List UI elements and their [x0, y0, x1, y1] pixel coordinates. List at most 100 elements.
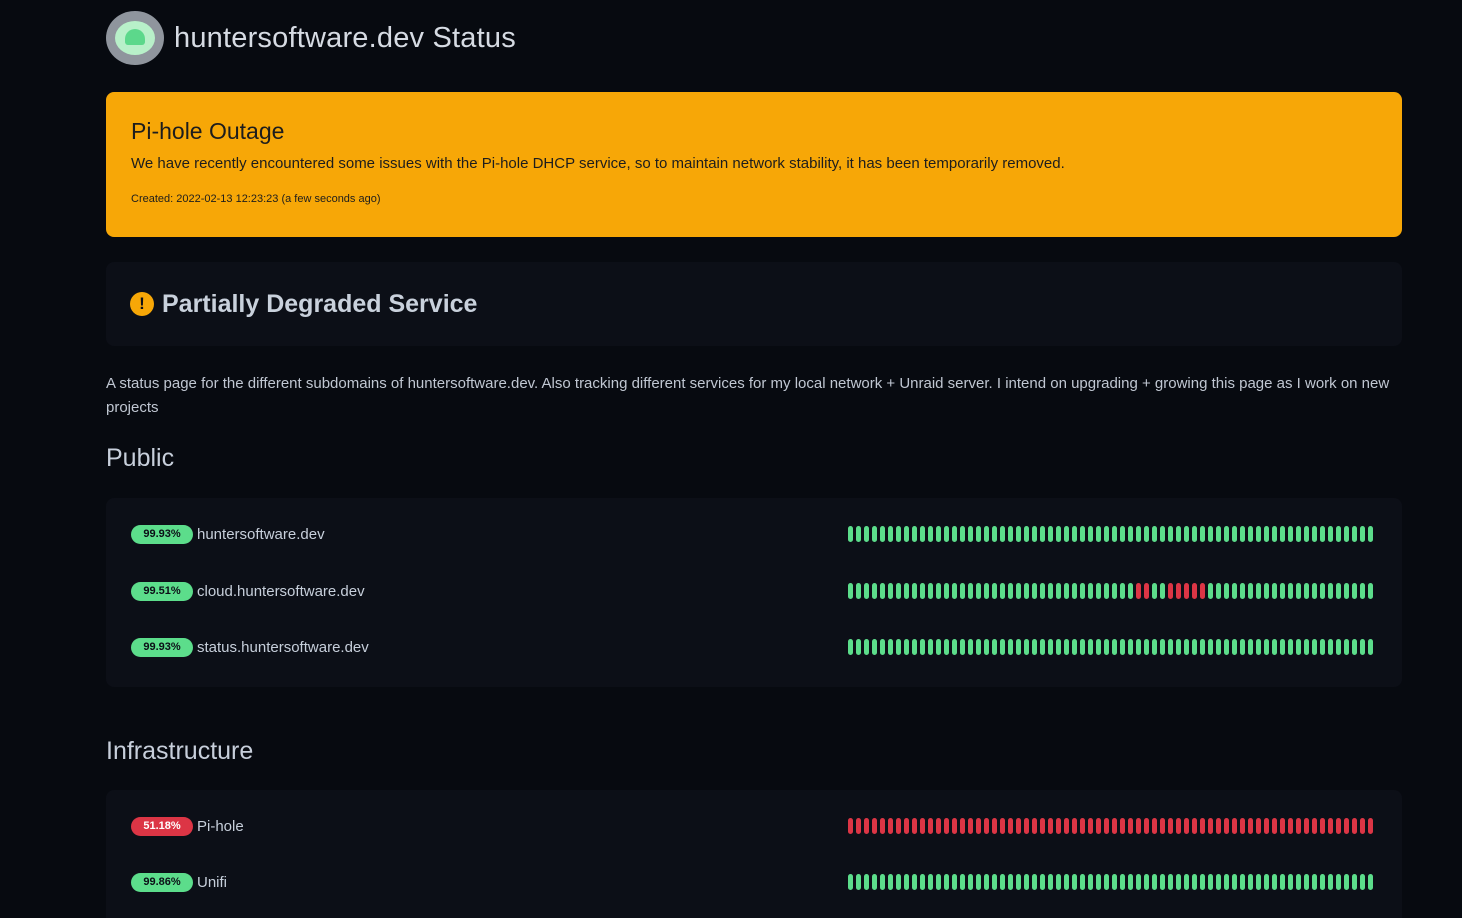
heartbeat-down[interactable]: [912, 818, 917, 834]
heartbeat-down[interactable]: [1088, 818, 1093, 834]
heartbeat-up[interactable]: [1224, 639, 1229, 655]
heartbeat-up[interactable]: [1096, 583, 1101, 599]
heartbeat-up[interactable]: [872, 874, 877, 890]
heartbeat-down[interactable]: [1128, 818, 1133, 834]
heartbeat-up[interactable]: [1272, 874, 1277, 890]
heartbeat-up[interactable]: [1352, 526, 1357, 542]
heartbeat-up[interactable]: [904, 639, 909, 655]
heartbeat-up[interactable]: [1328, 874, 1333, 890]
heartbeat-up[interactable]: [904, 583, 909, 599]
heartbeat-up[interactable]: [1256, 639, 1261, 655]
heartbeat-down[interactable]: [896, 818, 901, 834]
page-title[interactable]: huntersoftware.dev Status: [174, 22, 516, 55]
heartbeat-up[interactable]: [1128, 526, 1133, 542]
heartbeat-up[interactable]: [920, 874, 925, 890]
heartbeat-up[interactable]: [984, 526, 989, 542]
heartbeat-up[interactable]: [1080, 526, 1085, 542]
heartbeat-down[interactable]: [1312, 818, 1317, 834]
heartbeat-up[interactable]: [880, 583, 885, 599]
heartbeat-down[interactable]: [1216, 818, 1221, 834]
heartbeat-down[interactable]: [1184, 583, 1189, 599]
heartbeat-up[interactable]: [1368, 639, 1373, 655]
heartbeat-up[interactable]: [1024, 583, 1029, 599]
heartbeat-up[interactable]: [984, 583, 989, 599]
heartbeat-down[interactable]: [1016, 818, 1021, 834]
heartbeat-up[interactable]: [864, 874, 869, 890]
heartbeat-up[interactable]: [1144, 639, 1149, 655]
heartbeat-up[interactable]: [1024, 874, 1029, 890]
heartbeat-up[interactable]: [960, 526, 965, 542]
heartbeat-down[interactable]: [1176, 583, 1181, 599]
heartbeat-up[interactable]: [1056, 639, 1061, 655]
heartbeat-up[interactable]: [968, 583, 973, 599]
heartbeat-up[interactable]: [856, 583, 861, 599]
heartbeat-up[interactable]: [1088, 583, 1093, 599]
heartbeat-up[interactable]: [928, 874, 933, 890]
heartbeat-down[interactable]: [1104, 818, 1109, 834]
heartbeat-up[interactable]: [920, 639, 925, 655]
heartbeat-down[interactable]: [1152, 818, 1157, 834]
heartbeat-up[interactable]: [1256, 874, 1261, 890]
heartbeat-up[interactable]: [992, 639, 997, 655]
heartbeat-up[interactable]: [992, 874, 997, 890]
heartbeat-up[interactable]: [1000, 583, 1005, 599]
heartbeat-up[interactable]: [1296, 526, 1301, 542]
heartbeat-up[interactable]: [1160, 526, 1165, 542]
heartbeat-up[interactable]: [1120, 639, 1125, 655]
heartbeat-up[interactable]: [848, 526, 853, 542]
heartbeat-up[interactable]: [960, 874, 965, 890]
heartbeat-up[interactable]: [904, 526, 909, 542]
heartbeat-up[interactable]: [1248, 526, 1253, 542]
heartbeat-up[interactable]: [1136, 639, 1141, 655]
heartbeat-down[interactable]: [1072, 818, 1077, 834]
heartbeat-up[interactable]: [1008, 526, 1013, 542]
heartbeat-up[interactable]: [1024, 639, 1029, 655]
heartbeat-up[interactable]: [976, 583, 981, 599]
heartbeat-down[interactable]: [1264, 818, 1269, 834]
heartbeat-down[interactable]: [1304, 818, 1309, 834]
heartbeat-up[interactable]: [992, 583, 997, 599]
heartbeat-down[interactable]: [1344, 818, 1349, 834]
heartbeat-up[interactable]: [1040, 526, 1045, 542]
heartbeat-up[interactable]: [1320, 583, 1325, 599]
heartbeat-up[interactable]: [952, 639, 957, 655]
heartbeat-up[interactable]: [1112, 526, 1117, 542]
monitor-row[interactable]: 99.93% huntersoftware.dev: [131, 523, 1373, 545]
heartbeat-up[interactable]: [1032, 526, 1037, 542]
heartbeat-up[interactable]: [912, 874, 917, 890]
heartbeat-up[interactable]: [1128, 583, 1133, 599]
heartbeat-down[interactable]: [976, 818, 981, 834]
heartbeat-up[interactable]: [1024, 526, 1029, 542]
heartbeat-up[interactable]: [1088, 639, 1093, 655]
heartbeat-up[interactable]: [912, 526, 917, 542]
heartbeat-up[interactable]: [1312, 583, 1317, 599]
heartbeat-down[interactable]: [1240, 818, 1245, 834]
heartbeat-up[interactable]: [1040, 874, 1045, 890]
heartbeat-up[interactable]: [1232, 583, 1237, 599]
heartbeat-up[interactable]: [1120, 526, 1125, 542]
heartbeat-down[interactable]: [1176, 818, 1181, 834]
heartbeat-up[interactable]: [896, 583, 901, 599]
heartbeat-down[interactable]: [880, 818, 885, 834]
heartbeat-down[interactable]: [1120, 818, 1125, 834]
heartbeat-down[interactable]: [1272, 818, 1277, 834]
heartbeat-up[interactable]: [1064, 874, 1069, 890]
heartbeat-up[interactable]: [1040, 639, 1045, 655]
heartbeat-down[interactable]: [1136, 583, 1141, 599]
heartbeat-up[interactable]: [1344, 639, 1349, 655]
heartbeat-up[interactable]: [1296, 639, 1301, 655]
heartbeat-up[interactable]: [1240, 526, 1245, 542]
heartbeat-up[interactable]: [1216, 874, 1221, 890]
heartbeat-up[interactable]: [1232, 526, 1237, 542]
heartbeat-up[interactable]: [1048, 874, 1053, 890]
heartbeat-up[interactable]: [984, 874, 989, 890]
heartbeat-up[interactable]: [1288, 639, 1293, 655]
heartbeat-up[interactable]: [896, 526, 901, 542]
heartbeat-up[interactable]: [968, 639, 973, 655]
heartbeat-up[interactable]: [1336, 874, 1341, 890]
heartbeat-up[interactable]: [896, 874, 901, 890]
heartbeat-up[interactable]: [1184, 874, 1189, 890]
heartbeat-up[interactable]: [984, 639, 989, 655]
heartbeat-down[interactable]: [1144, 583, 1149, 599]
heartbeat-up[interactable]: [1072, 583, 1077, 599]
